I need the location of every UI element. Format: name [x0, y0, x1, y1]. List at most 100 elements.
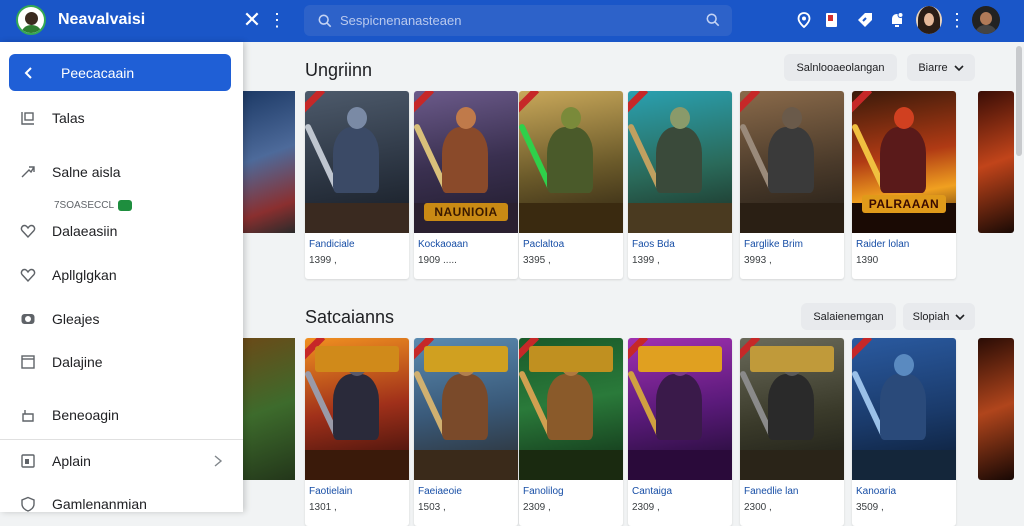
game-logo-art: [529, 346, 613, 372]
game-thumbnail[interactable]: [305, 91, 409, 233]
game-thumbnail[interactable]: [852, 338, 956, 480]
sort-chip[interactable]: Salaienemgan: [801, 303, 896, 330]
game-title[interactable]: Kanoaria: [856, 486, 896, 497]
chip-label: Salaienemgan: [813, 310, 884, 323]
drawer-item-beneoagin[interactable]: Beneoagin: [0, 397, 243, 433]
game-thumbnail[interactable]: [740, 91, 844, 233]
chevron-down-icon: [954, 64, 964, 71]
filter-dropdown[interactable]: Biarre: [907, 54, 975, 81]
game-price: 3993 ,: [744, 255, 772, 266]
scrollbar[interactable]: [1016, 46, 1022, 156]
heart-icon: [20, 224, 36, 239]
game-card[interactable]: Faos Bda 1399 ,: [628, 91, 732, 279]
tag-icon[interactable]: [856, 11, 874, 29]
game-thumbnail[interactable]: [628, 91, 732, 233]
game-thumbnail[interactable]: [305, 338, 409, 480]
game-title[interactable]: Faeiaeoie: [418, 486, 462, 497]
sale-ribbon: [305, 91, 326, 114]
sort-chip[interactable]: Salnlooaeolangan: [784, 54, 897, 81]
section-title: Satcaianns: [305, 307, 395, 327]
game-title[interactable]: Paclaltoa: [523, 239, 564, 250]
game-card[interactable]: Fanedlie lan 2300 ,: [740, 338, 844, 526]
game-card[interactable]: NAUNIOIA Kockaoaan 1909 .....: [414, 91, 518, 279]
drawer-item-talas[interactable]: Talas: [0, 100, 243, 136]
drawer-item-aplain[interactable]: Aplain: [0, 443, 243, 479]
chevron-right-icon: [214, 455, 223, 467]
drawer-item-gamlenanmian[interactable]: Gamlenanmian: [0, 486, 243, 522]
game-thumbnail[interactable]: [519, 91, 623, 233]
game-card[interactable]: Fanolilog 2309 ,: [519, 338, 623, 526]
section-title: Ungriinn: [305, 60, 373, 80]
filter-dropdown[interactable]: Slopiah: [903, 303, 975, 330]
game-card-partial[interactable]: [243, 338, 295, 480]
game-logo: NAUNIOIA: [424, 203, 508, 221]
game-card[interactable]: Farglike Brim 3993 ,: [740, 91, 844, 279]
camera-icon: [21, 314, 35, 324]
drawer-item-label: Dalaeasiin: [52, 223, 118, 239]
close-icon[interactable]: ✕: [242, 9, 262, 31]
game-card-partial[interactable]: [243, 91, 295, 233]
game-title[interactable]: Cantaiga: [632, 486, 672, 497]
drawer-item-label: Talas: [52, 110, 85, 126]
drawer-item-salne[interactable]: Salne aisla: [0, 154, 243, 190]
game-title[interactable]: Faotielain: [309, 486, 352, 497]
game-price: 1301 ,: [309, 502, 337, 513]
sale-ribbon: [852, 91, 873, 114]
notifications-icon[interactable]: [888, 11, 906, 29]
search-submit-icon[interactable]: [706, 13, 720, 27]
game-card-partial[interactable]: [978, 338, 1014, 480]
game-card[interactable]: Faotielain 1301 ,: [305, 338, 409, 526]
drawer-item-label: Peecacaain: [61, 64, 135, 81]
drawer-item-label: Gamlenanmian: [52, 496, 147, 512]
chip-label: Slopiah: [912, 310, 950, 323]
game-card[interactable]: PALRAAAN Raider lolan 1390: [852, 91, 956, 279]
location-icon[interactable]: [795, 11, 813, 29]
game-title[interactable]: Fandiciale: [309, 239, 355, 250]
game-title[interactable]: Faos Bda: [632, 239, 675, 250]
search-icon: [318, 14, 332, 27]
game-thumbnail[interactable]: NAUNIOIA: [414, 91, 518, 233]
shield-icon: [21, 496, 35, 512]
divider: [0, 439, 243, 440]
game-thumbnail[interactable]: [628, 338, 732, 480]
app-logo[interactable]: [16, 5, 46, 35]
bookmark-icon[interactable]: [823, 11, 841, 29]
tablet-icon: [21, 454, 35, 468]
game-card[interactable]: Paclaltoa 3395 ,: [519, 91, 623, 279]
game-price: 2309 ,: [632, 502, 660, 513]
game-card[interactable]: Cantaiga 2309 ,: [628, 338, 732, 526]
drawer-item-active[interactable]: Peecacaain: [9, 54, 231, 91]
game-card[interactable]: Faeiaeoie 1503 ,: [414, 338, 518, 526]
drawer-item-gleajes[interactable]: Gleajes: [0, 301, 243, 337]
search-input[interactable]: Sespicnenanasteaen: [304, 5, 732, 36]
chip-label: Salnlooaeolangan: [796, 61, 885, 74]
game-price: 1399 ,: [309, 255, 337, 266]
drawer-item-apllglgkan[interactable]: Apllglgkan: [0, 257, 243, 293]
game-thumbnail[interactable]: PALRAAAN: [852, 91, 956, 233]
game-logo-art: [424, 346, 508, 372]
user-avatar[interactable]: [916, 6, 942, 34]
drawer-item-dalaeasiin[interactable]: Dalaeasiin: [0, 213, 243, 249]
drawer-item-label: Apllglgkan: [52, 267, 117, 283]
game-card[interactable]: Kanoaria 3509 ,: [852, 338, 956, 526]
game-title[interactable]: Fanolilog: [523, 486, 564, 497]
app-title: Neavalvaisi: [58, 11, 146, 28]
status-badge: [118, 200, 133, 211]
game-price: 2300 ,: [744, 502, 772, 513]
game-card-partial[interactable]: [978, 91, 1014, 233]
game-card[interactable]: Fandiciale 1399 ,: [305, 91, 409, 279]
game-price: 1399 ,: [632, 255, 660, 266]
account-avatar[interactable]: [972, 6, 1000, 34]
game-thumbnail[interactable]: [740, 338, 844, 480]
window-icon: [21, 112, 34, 125]
more-vert-icon-right[interactable]: ⋮: [948, 9, 966, 31]
game-title[interactable]: Raider lolan: [856, 239, 909, 250]
game-title[interactable]: Kockaoaan: [418, 239, 468, 250]
game-title[interactable]: Farglike Brim: [744, 239, 803, 250]
drawer-sub-note: 7SOASECCL: [54, 200, 133, 211]
game-thumbnail[interactable]: [519, 338, 623, 480]
game-title[interactable]: Fanedlie lan: [744, 486, 798, 497]
more-vert-icon[interactable]: ⋮: [268, 9, 286, 31]
game-thumbnail[interactable]: [414, 338, 518, 480]
drawer-item-dalajine[interactable]: Dalajine: [0, 344, 243, 380]
